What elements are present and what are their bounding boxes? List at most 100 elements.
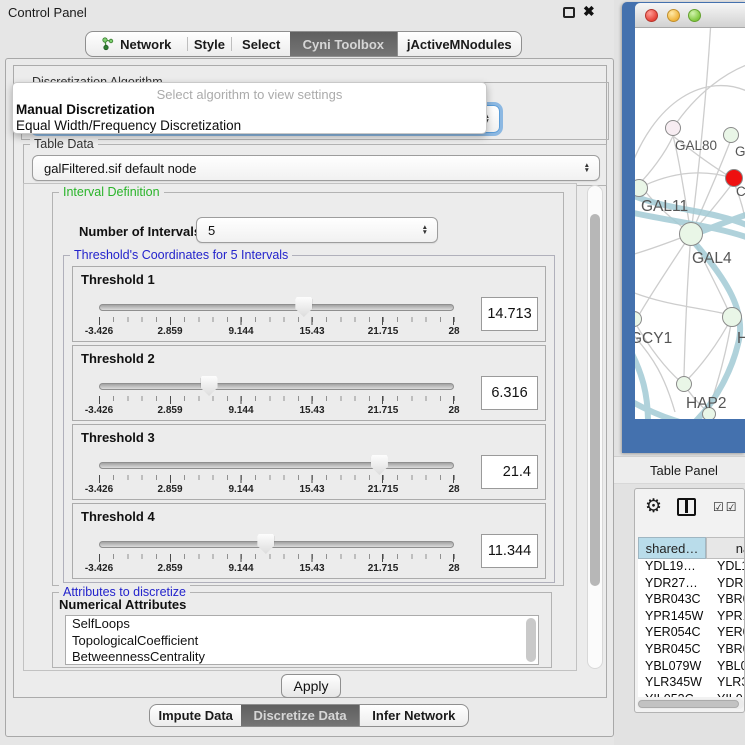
cell[interactable]: YLR345W: [638, 675, 706, 692]
cell[interactable]: YDL1: [706, 559, 745, 576]
close-icon[interactable]: ✖: [583, 3, 595, 20]
slider-track[interactable]: [99, 383, 454, 390]
control-panel-tabs: Network Style Select Cyni Toolbox jActiv…: [85, 31, 522, 57]
cell[interactable]: YBR043C: [638, 592, 706, 609]
list-item[interactable]: TopologicalCoefficient: [66, 633, 538, 650]
table-row[interactable]: YDR27…YDR2: [638, 576, 745, 593]
threshold-3-slider[interactable]: -3.4262.8599.14415.4321.71528: [99, 457, 454, 497]
network-node-label: GA: [735, 144, 745, 159]
tab-infer-network[interactable]: Infer Network: [359, 705, 468, 726]
slider-track[interactable]: [99, 541, 454, 548]
tab-discretize-data[interactable]: Discretize Data: [241, 705, 358, 726]
checkbox-icons[interactable]: ☑☑: [713, 500, 739, 514]
cell[interactable]: YBR0: [706, 592, 745, 609]
cell[interactable]: YPR145W: [638, 609, 706, 626]
numerical-attributes-label: Numerical Attributes: [59, 597, 186, 612]
list-item[interactable]: SelfLoops: [66, 616, 538, 633]
slider-thumb[interactable]: [201, 376, 218, 396]
table-row[interactable]: YPR145WYPR1: [638, 609, 745, 626]
threshold-2-value-field[interactable]: 6.316: [481, 376, 538, 410]
cell[interactable]: YDL19…: [638, 559, 706, 576]
list-scrollbar[interactable]: [526, 618, 536, 662]
tab-impute-data[interactable]: Impute Data: [150, 705, 241, 726]
scrollbar-thumb[interactable]: [638, 700, 739, 708]
table-body[interactable]: YDL19…YDL1 YDR27…YDR2 YBR043CYBR0 YPR145…: [638, 559, 745, 697]
number-of-intervals-value: 5: [208, 223, 215, 238]
cell[interactable]: YDR2: [706, 576, 745, 593]
table-horizontal-scrollbar[interactable]: [637, 699, 744, 709]
zoom-traffic-light-icon[interactable]: [688, 9, 701, 22]
cell[interactable]: YDR27…: [638, 576, 706, 593]
algorithm-popup-placeholder: Select algorithm to view settings: [13, 87, 486, 102]
network-node[interactable]: [676, 376, 692, 392]
table-row[interactable]: YLR345WYLR3: [638, 675, 745, 692]
network-window-titlebar[interactable]: [635, 3, 745, 28]
network-node[interactable]: [679, 222, 703, 246]
slider-thumb[interactable]: [371, 455, 388, 475]
numerical-attributes-list[interactable]: SelfLoops TopologicalCoefficient Between…: [65, 615, 539, 665]
scrollbar-thumb[interactable]: [590, 214, 600, 586]
tick-label: 9.144: [228, 563, 253, 574]
slider-thumb[interactable]: [257, 534, 274, 554]
cell[interactable]: YBR045C: [638, 642, 706, 659]
network-node[interactable]: [635, 311, 642, 327]
network-canvas[interactable]: GAL80GACGAL11GAL4GCY1HHAP2: [635, 28, 745, 419]
tab-style[interactable]: Style: [188, 32, 232, 56]
cell[interactable]: YBR0: [706, 642, 745, 659]
number-of-intervals-combobox[interactable]: 5 ▲▼: [196, 217, 438, 243]
network-node-label: H: [737, 330, 745, 348]
cell[interactable]: YLR3: [706, 675, 745, 692]
slider-major-ticks: [99, 475, 455, 483]
table-row[interactable]: YBR043CYBR0: [638, 592, 745, 609]
network-node[interactable]: [722, 307, 742, 327]
column-header-shared-name[interactable]: shared…: [638, 537, 706, 559]
threshold-1-value-field[interactable]: 14.713: [481, 297, 538, 331]
cell[interactable]: YIL0: [706, 692, 745, 697]
float-window-icon[interactable]: [563, 7, 575, 18]
tab-jactivemnodules[interactable]: jActiveMNodules: [397, 32, 521, 56]
table-row[interactable]: YBR045CYBR0: [638, 642, 745, 659]
network-node[interactable]: [723, 127, 739, 143]
threshold-3-value-field[interactable]: 21.4: [481, 455, 538, 489]
threshold-1-slider[interactable]: -3.4262.8599.14415.4321.71528: [99, 299, 454, 339]
menu-item-equal-width-frequency[interactable]: Equal Width/Frequency Discretization: [16, 118, 241, 133]
slider-track[interactable]: [99, 304, 454, 311]
table-row[interactable]: YBL079WYBL0: [638, 659, 745, 676]
network-node[interactable]: [665, 120, 681, 136]
cell[interactable]: YPR1: [706, 609, 745, 626]
network-window[interactable]: GAL80GACGAL11GAL4GCY1HHAP2: [622, 2, 745, 453]
table-row[interactable]: YER054CYER0: [638, 625, 745, 642]
slider-track[interactable]: [99, 462, 454, 469]
cell[interactable]: YBL0: [706, 659, 745, 676]
list-item[interactable]: BetweennessCentrality: [66, 649, 538, 665]
threshold-2-slider[interactable]: -3.4262.8599.14415.4321.71528: [99, 378, 454, 418]
slider-thumb[interactable]: [295, 297, 312, 317]
tick-label: 21.715: [368, 405, 399, 416]
columns-icon[interactable]: [677, 498, 696, 516]
threshold-row-3: Threshold 3 -3.4262.8599.14415.4321.7152…: [72, 424, 546, 500]
settings-scrollbar[interactable]: [587, 185, 603, 669]
tab-network[interactable]: Network: [86, 32, 187, 56]
cell[interactable]: YBL079W: [638, 659, 706, 676]
threshold-4-value-field[interactable]: 11.344: [481, 534, 538, 568]
table-data-combobox[interactable]: galFiltered.sif default node ▲▼: [32, 155, 600, 181]
cell[interactable]: YIL052C: [638, 692, 706, 697]
cell[interactable]: YER0: [706, 625, 745, 642]
apply-button[interactable]: Apply: [281, 674, 341, 698]
close-traffic-light-icon[interactable]: [645, 9, 658, 22]
menu-item-manual-discretization[interactable]: Manual Discretization: [16, 102, 155, 117]
tab-select[interactable]: Select: [232, 32, 290, 56]
network-node-label: GAL4: [692, 250, 732, 268]
table-panel-title: Table Panel: [650, 463, 718, 478]
tab-select-label: Select: [242, 37, 280, 52]
cell[interactable]: YER054C: [638, 625, 706, 642]
column-header-name[interactable]: na: [706, 537, 745, 559]
tick-label: -3.426: [85, 484, 113, 495]
table-row[interactable]: YIL052CYIL0: [638, 692, 745, 697]
tab-cyni-toolbox[interactable]: Cyni Toolbox: [290, 32, 397, 56]
minimize-traffic-light-icon[interactable]: [667, 9, 680, 22]
network-node[interactable]: [635, 179, 648, 197]
gear-icon[interactable]: ⚙: [645, 495, 662, 518]
table-row[interactable]: YDL19…YDL1: [638, 559, 745, 576]
threshold-4-slider[interactable]: -3.4262.8599.14415.4321.71528: [99, 536, 454, 576]
